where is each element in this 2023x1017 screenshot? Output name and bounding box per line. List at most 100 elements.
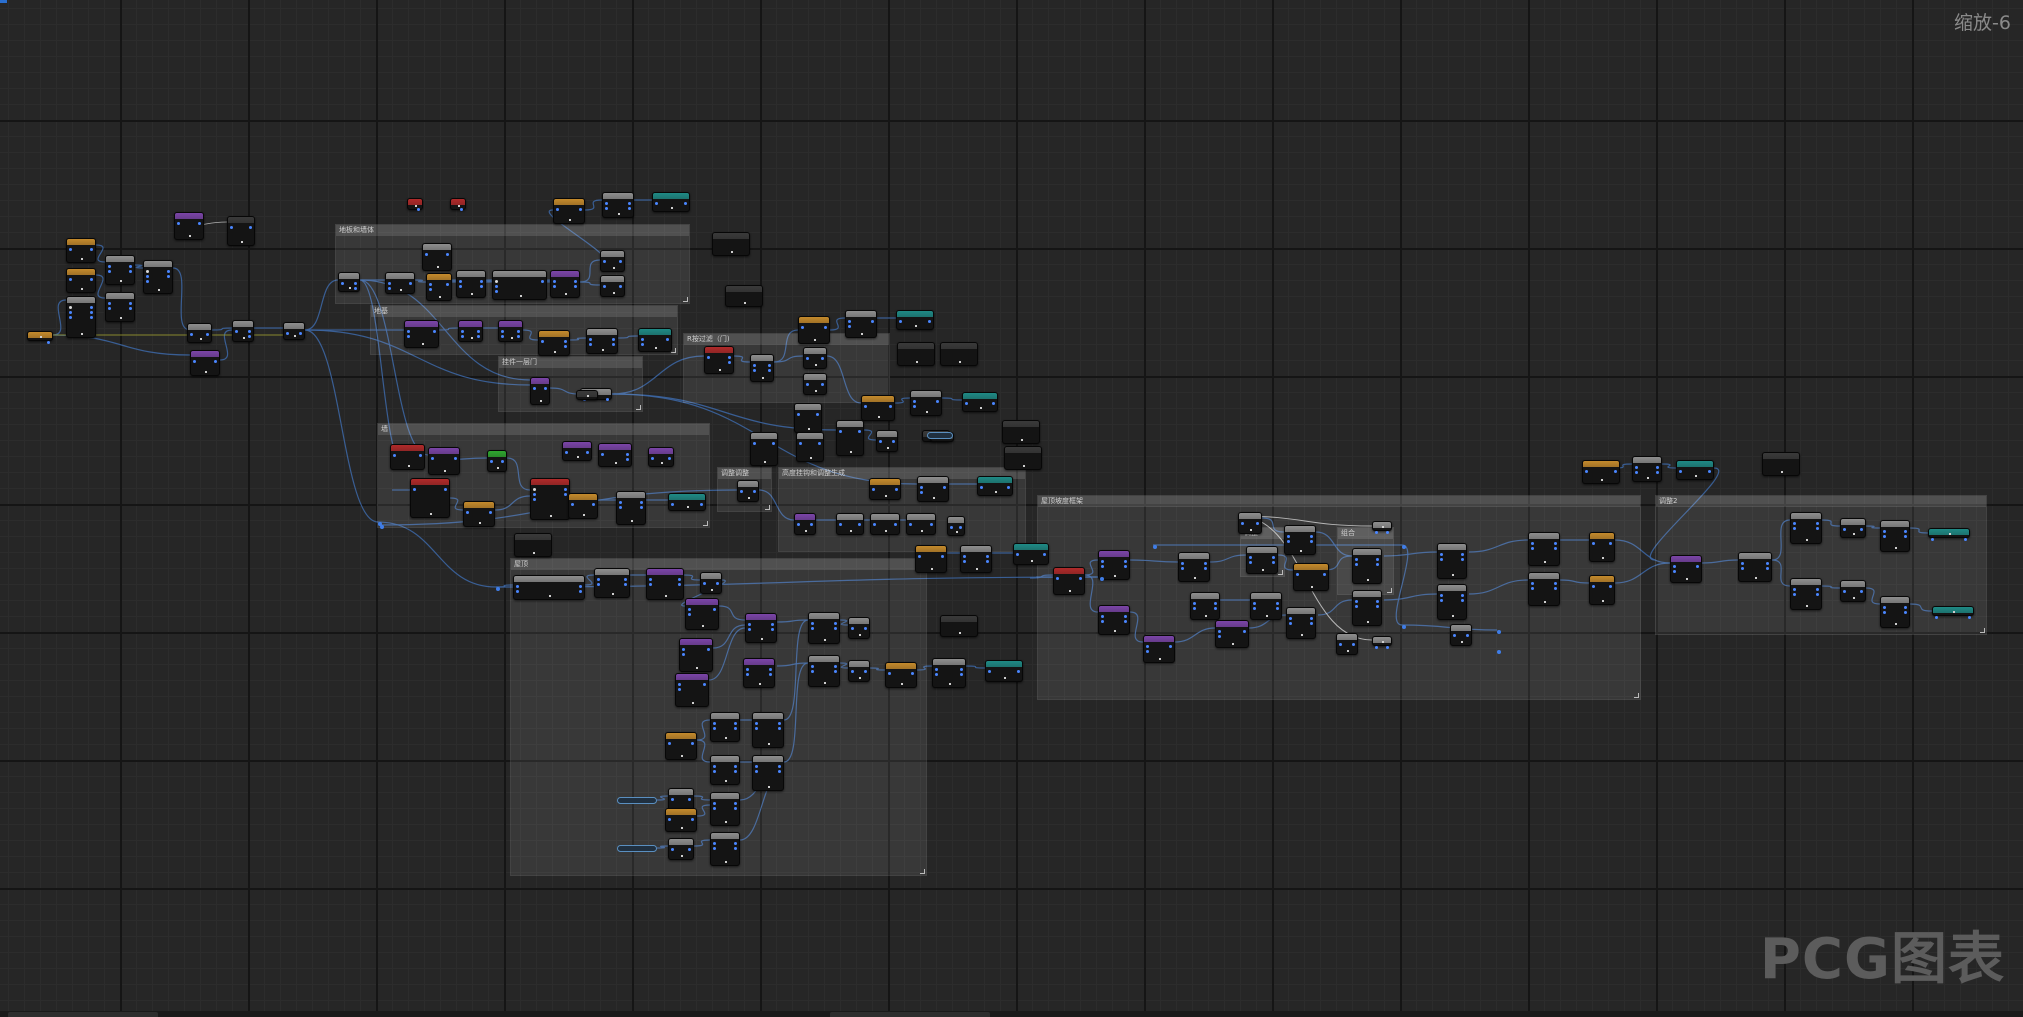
input-pin[interactable] bbox=[935, 673, 938, 676]
graph-node[interactable] bbox=[1437, 543, 1467, 579]
graph-node[interactable] bbox=[652, 192, 690, 212]
input-pin[interactable] bbox=[713, 770, 716, 773]
input-pin[interactable] bbox=[461, 330, 464, 333]
graph-node[interactable] bbox=[553, 198, 585, 224]
input-pin[interactable] bbox=[755, 722, 758, 725]
output-pin[interactable] bbox=[446, 253, 449, 256]
reroute-node[interactable] bbox=[1497, 650, 1501, 654]
output-pin[interactable] bbox=[1904, 606, 1907, 609]
output-pin[interactable] bbox=[778, 722, 781, 725]
reroute-node[interactable] bbox=[1402, 625, 1406, 629]
input-pin[interactable] bbox=[651, 457, 654, 460]
output-pin[interactable] bbox=[1461, 599, 1464, 602]
input-pin[interactable] bbox=[913, 405, 916, 408]
output-pin[interactable] bbox=[810, 523, 813, 526]
graph-node[interactable] bbox=[1840, 518, 1866, 538]
input-pin[interactable] bbox=[1453, 634, 1456, 637]
input-pin[interactable] bbox=[668, 818, 671, 821]
input-pin[interactable] bbox=[619, 506, 622, 509]
input-pin[interactable] bbox=[490, 460, 493, 463]
output-pin[interactable] bbox=[678, 578, 681, 581]
graph-node[interactable] bbox=[390, 444, 425, 470]
output-pin[interactable] bbox=[1554, 587, 1557, 590]
output-pin[interactable] bbox=[818, 442, 821, 445]
input-pin[interactable] bbox=[1249, 556, 1252, 559]
output-pin[interactable] bbox=[640, 501, 643, 504]
output-pin[interactable] bbox=[834, 622, 837, 625]
input-pin[interactable] bbox=[146, 270, 149, 273]
graph-node[interactable] bbox=[798, 316, 830, 344]
graph-node[interactable] bbox=[752, 755, 784, 791]
input-pin[interactable] bbox=[1793, 527, 1796, 530]
input-pin[interactable] bbox=[1440, 553, 1443, 556]
input-pin[interactable] bbox=[501, 330, 504, 333]
graph-node[interactable] bbox=[105, 255, 135, 285]
input-pin[interactable] bbox=[553, 280, 556, 283]
input-pin[interactable] bbox=[811, 665, 814, 668]
input-pin[interactable] bbox=[1193, 607, 1196, 610]
input-pin[interactable] bbox=[655, 202, 658, 205]
input-pin[interactable] bbox=[541, 340, 544, 343]
output-pin[interactable] bbox=[480, 280, 483, 283]
graph-node[interactable] bbox=[1437, 584, 1467, 620]
input-pin[interactable] bbox=[413, 488, 416, 491]
input-pin[interactable] bbox=[811, 670, 814, 673]
output-pin[interactable] bbox=[943, 486, 946, 489]
input-pin[interactable] bbox=[1181, 562, 1184, 565]
reroute-node[interactable] bbox=[1153, 545, 1157, 549]
output-pin[interactable] bbox=[564, 340, 567, 343]
output-pin[interactable] bbox=[454, 457, 457, 460]
graph-node[interactable] bbox=[174, 212, 204, 240]
input-pin[interactable] bbox=[533, 488, 536, 491]
graph-node[interactable] bbox=[530, 377, 550, 405]
input-pin[interactable] bbox=[1793, 522, 1796, 525]
input-pin[interactable] bbox=[69, 306, 72, 309]
graph-node[interactable] bbox=[1528, 532, 1560, 566]
graph-node[interactable] bbox=[1790, 512, 1822, 544]
output-pin[interactable] bbox=[1554, 547, 1557, 550]
graph-node[interactable] bbox=[1880, 520, 1910, 552]
input-pin[interactable] bbox=[671, 503, 674, 506]
input-pin[interactable] bbox=[1793, 593, 1796, 596]
output-pin[interactable] bbox=[1272, 556, 1275, 559]
input-pin[interactable] bbox=[1016, 553, 1019, 556]
output-pin[interactable] bbox=[691, 742, 694, 745]
graph-node[interactable] bbox=[962, 392, 998, 412]
output-pin[interactable] bbox=[871, 320, 874, 323]
graph-node[interactable] bbox=[498, 320, 523, 342]
graph-node[interactable] bbox=[1284, 525, 1316, 555]
input-pin[interactable] bbox=[1741, 567, 1744, 570]
output-pin[interactable] bbox=[1860, 590, 1863, 593]
input-pin[interactable] bbox=[851, 670, 854, 673]
input-pin[interactable] bbox=[811, 622, 814, 625]
output-pin[interactable] bbox=[1609, 585, 1612, 588]
output-pin[interactable] bbox=[1766, 562, 1769, 565]
output-pin[interactable] bbox=[1904, 611, 1907, 614]
output-pin[interactable] bbox=[1272, 561, 1275, 564]
output-pin[interactable] bbox=[1169, 645, 1172, 648]
output-pin[interactable] bbox=[734, 727, 737, 730]
input-pin[interactable] bbox=[839, 523, 842, 526]
input-pin[interactable] bbox=[839, 430, 842, 433]
graph-node[interactable] bbox=[410, 478, 450, 518]
graph-node[interactable] bbox=[404, 320, 439, 348]
output-pin[interactable] bbox=[1310, 617, 1313, 620]
input-pin[interactable] bbox=[1679, 470, 1682, 473]
graph-node[interactable] bbox=[492, 270, 547, 300]
input-pin[interactable] bbox=[688, 613, 691, 616]
input-pin[interactable] bbox=[1296, 573, 1299, 576]
resize-handle[interactable] bbox=[765, 505, 770, 510]
input-pin[interactable] bbox=[1101, 565, 1104, 568]
input-pin[interactable] bbox=[1339, 643, 1342, 646]
output-pin[interactable] bbox=[894, 523, 897, 526]
graph-node[interactable] bbox=[1013, 543, 1049, 565]
input-pin[interactable] bbox=[918, 555, 921, 558]
input-pin[interactable] bbox=[965, 402, 968, 405]
output-pin[interactable] bbox=[1124, 615, 1127, 618]
output-pin[interactable] bbox=[769, 668, 772, 671]
input-pin[interactable] bbox=[1635, 466, 1638, 469]
graph-node[interactable] bbox=[710, 712, 740, 742]
output-pin[interactable] bbox=[684, 202, 687, 205]
output-pin[interactable] bbox=[248, 330, 251, 333]
output-pin[interactable] bbox=[640, 506, 643, 509]
